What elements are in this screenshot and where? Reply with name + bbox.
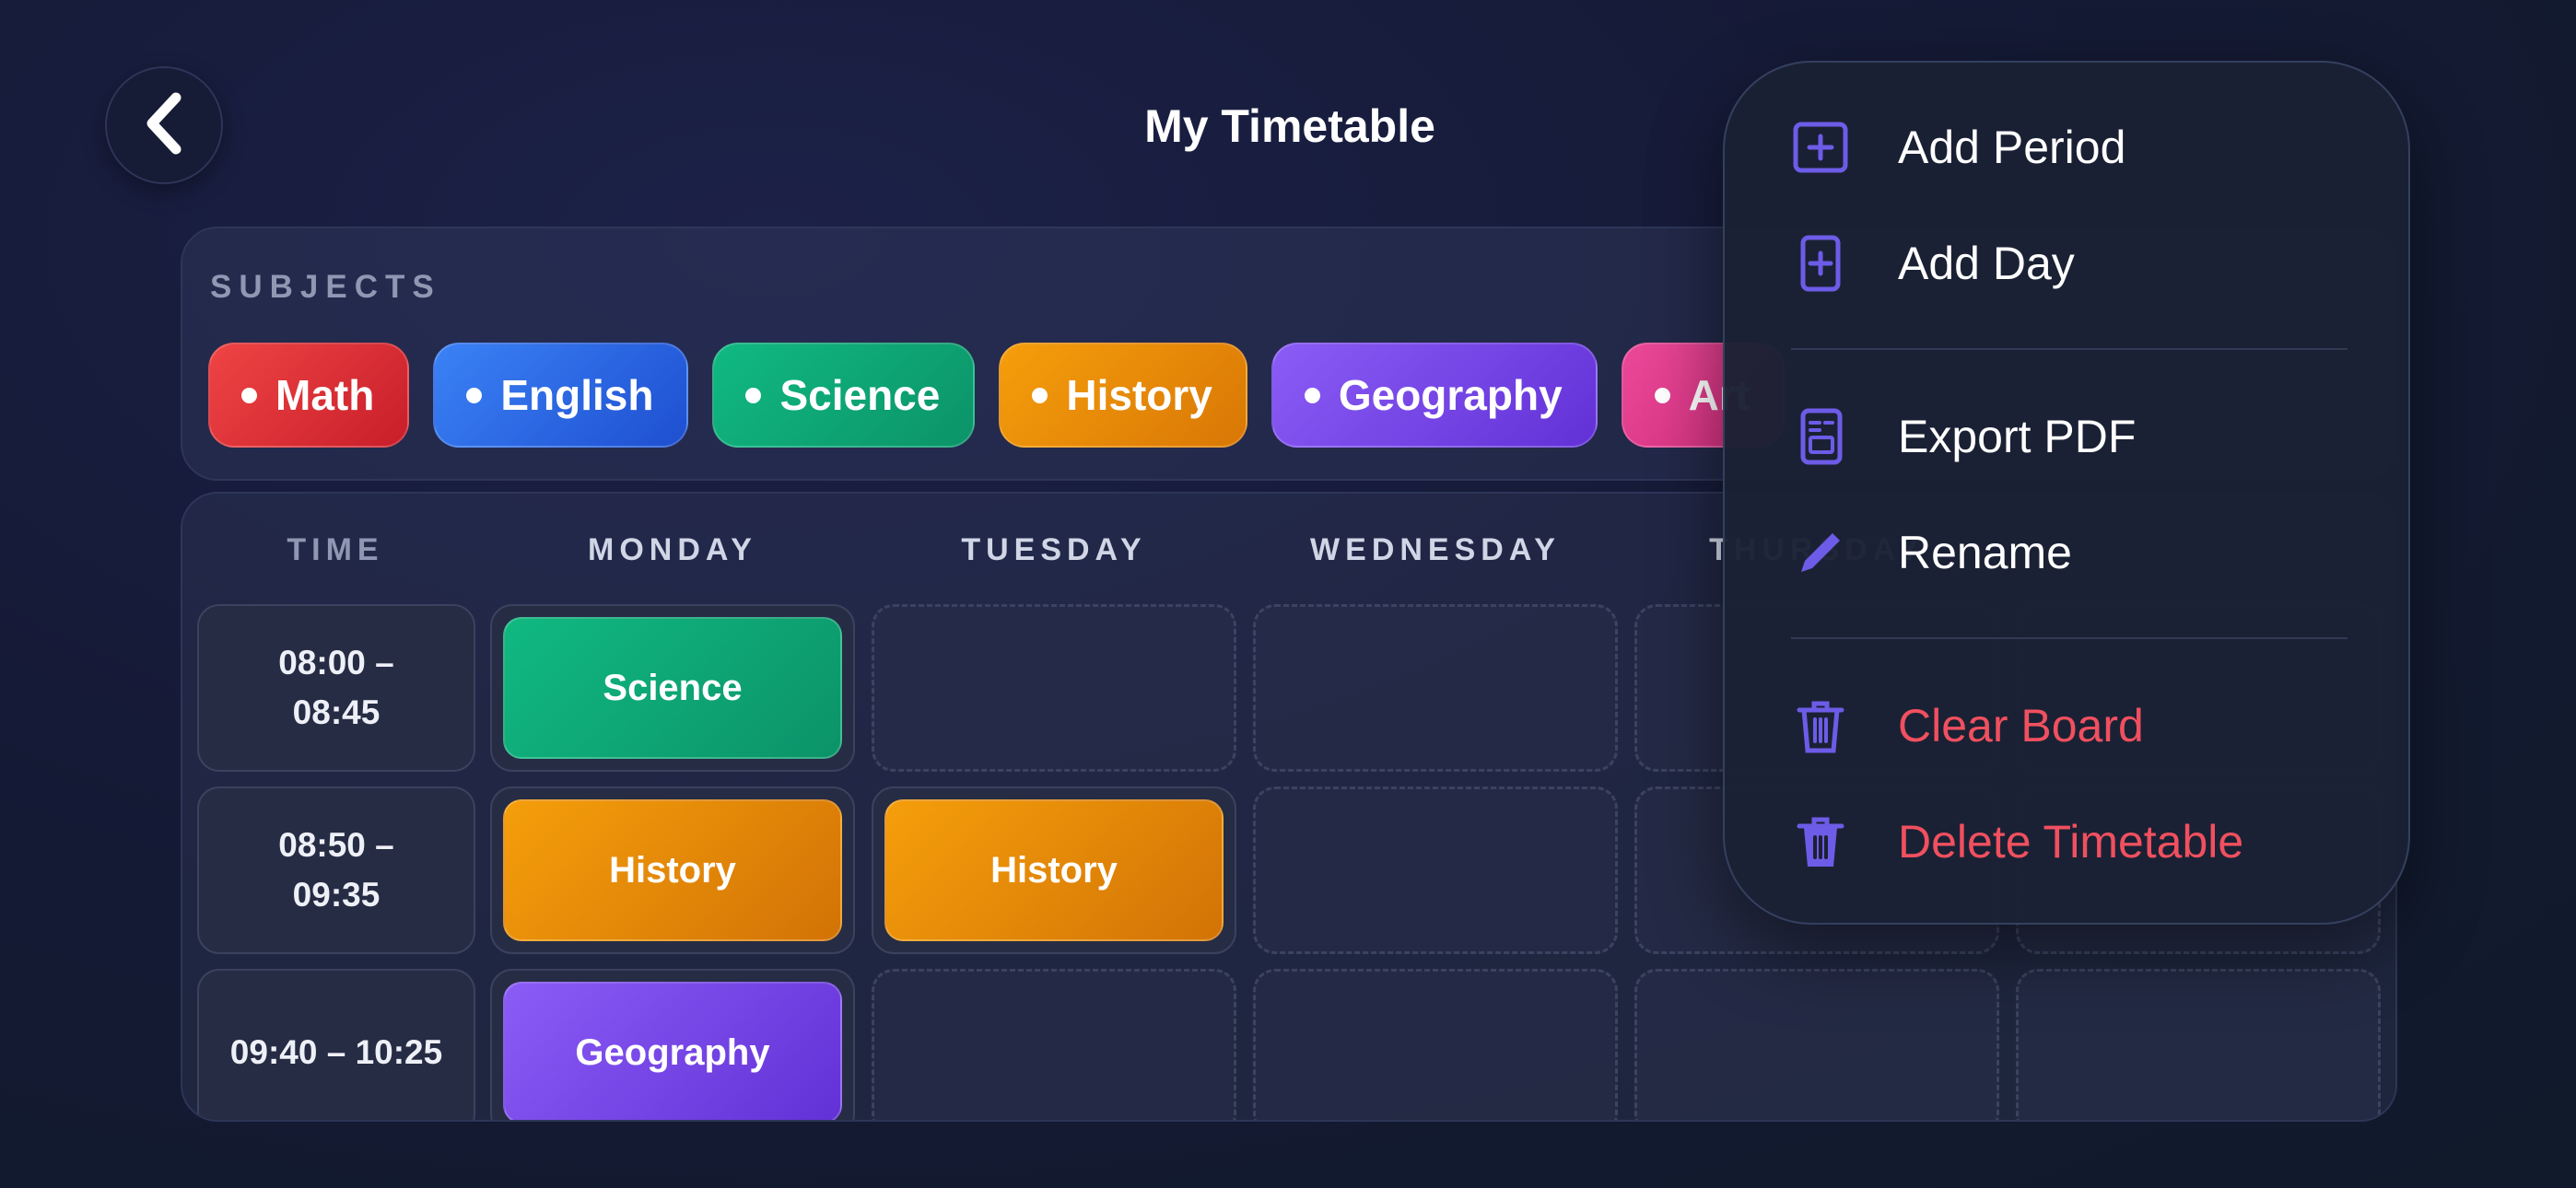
timetable-slot[interactable]: History	[490, 786, 855, 954]
empty-slot[interactable]	[1253, 786, 1618, 954]
dot-icon	[1654, 387, 1670, 403]
trash-outline-icon	[1791, 696, 1850, 755]
dot-icon	[1304, 387, 1320, 403]
chip-label: Geography	[1338, 371, 1563, 419]
dot-icon	[1032, 387, 1048, 403]
empty-slot[interactable]	[872, 969, 1236, 1120]
empty-slot[interactable]	[1634, 969, 1999, 1120]
period-entry[interactable]: Geography	[503, 982, 842, 1120]
pencil-icon	[1791, 523, 1850, 582]
empty-slot[interactable]	[1253, 604, 1618, 772]
column-header-monday: MONDAY	[588, 532, 757, 567]
menu-item-label: Add Day	[1898, 238, 2075, 289]
menu-divider	[1791, 637, 2348, 639]
time-cell[interactable]: 08:00 – 08:45	[197, 604, 475, 772]
column-header-tuesday: TUESDAY	[961, 532, 1147, 567]
subject-chip-history[interactable]: History	[999, 343, 1247, 448]
period-entry[interactable]: History	[503, 799, 842, 941]
column-header-wednesday: WEDNESDAY	[1310, 532, 1561, 567]
subject-chip-geography[interactable]: Geography	[1270, 343, 1598, 448]
trash-filled-icon	[1791, 812, 1850, 871]
menu-item-add-day[interactable]: Add Day	[1791, 217, 2362, 309]
menu-divider	[1791, 348, 2348, 350]
subject-chip-english[interactable]: English	[433, 343, 689, 448]
empty-slot[interactable]	[872, 604, 1236, 772]
chip-label: History	[1066, 371, 1212, 419]
back-button[interactable]	[105, 66, 223, 184]
period-entry[interactable]: History	[884, 799, 1224, 941]
context-menu: Add Period Add Day Export PDF Rename Cle…	[1723, 61, 2410, 925]
timetable-slot[interactable]: Science	[490, 604, 855, 772]
menu-item-label: Delete Timetable	[1898, 816, 2244, 868]
column-header-time: TIME	[287, 532, 384, 567]
timetable-slot[interactable]: Geography	[490, 969, 855, 1120]
timetable-slot[interactable]: History	[872, 786, 1236, 954]
chevron-left-icon	[143, 92, 185, 159]
subject-chip-science[interactable]: Science	[712, 343, 976, 448]
empty-slot[interactable]	[2016, 969, 2381, 1120]
menu-item-label: Clear Board	[1898, 700, 2144, 751]
time-cell[interactable]: 09:40 – 10:25	[197, 969, 475, 1120]
menu-item-label: Rename	[1898, 527, 2072, 578]
document-icon	[1791, 407, 1850, 466]
menu-item-clear-board[interactable]: Clear Board	[1791, 680, 2362, 772]
subjects-label: SUBJECTS	[210, 269, 441, 305]
menu-item-add-period[interactable]: Add Period	[1791, 101, 2362, 193]
dot-icon	[745, 387, 762, 403]
chip-label: English	[500, 371, 654, 419]
menu-item-rename[interactable]: Rename	[1791, 507, 2362, 599]
page-title: My Timetable	[1144, 100, 1435, 152]
menu-item-label: Add Period	[1898, 122, 2126, 173]
subject-chip-math[interactable]: Math	[208, 343, 410, 448]
menu-item-label: Export PDF	[1898, 411, 2137, 462]
empty-slot[interactable]	[1253, 969, 1618, 1120]
plus-square-icon	[1791, 118, 1850, 177]
dot-icon	[466, 387, 483, 403]
time-cell[interactable]: 08:50 – 09:35	[197, 786, 475, 954]
menu-item-delete-timetable[interactable]: Delete Timetable	[1791, 796, 2362, 888]
subject-chips: Math English Science History Geography A…	[208, 343, 1786, 448]
dot-icon	[241, 387, 257, 403]
plus-rect-icon	[1791, 234, 1850, 293]
chip-label: Science	[779, 371, 941, 419]
period-entry[interactable]: Science	[503, 617, 842, 759]
chip-label: Math	[275, 371, 375, 419]
menu-item-export-pdf[interactable]: Export PDF	[1791, 390, 2362, 483]
